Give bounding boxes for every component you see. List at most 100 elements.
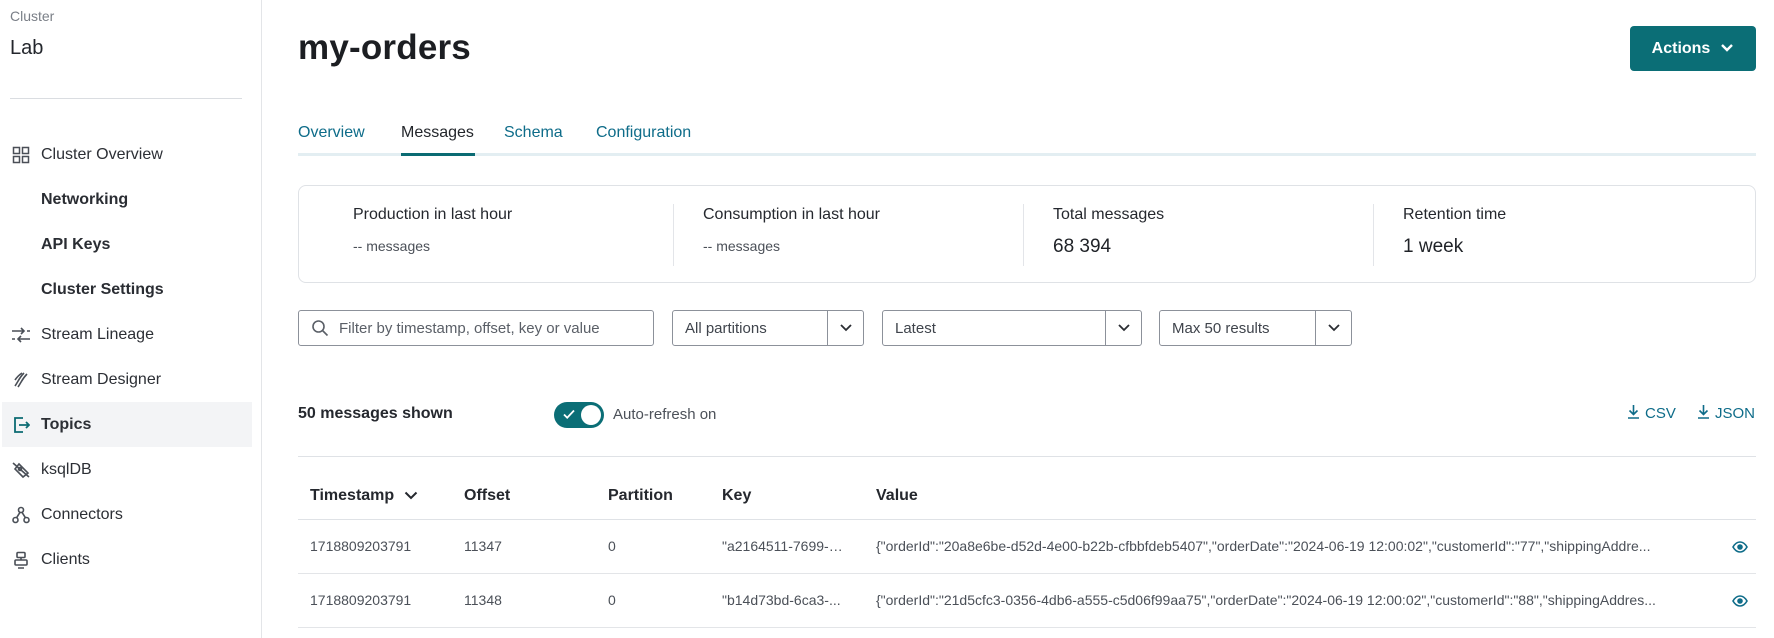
sidebar-item-stream-designer[interactable]: Stream Designer xyxy=(0,357,262,402)
download-csv-link[interactable]: CSV xyxy=(1627,404,1676,423)
table-header: Timestamp Offset Partition Key Value xyxy=(298,456,1756,520)
eye-icon[interactable] xyxy=(1732,540,1748,558)
sidebar-item-networking[interactable]: Networking xyxy=(0,177,262,222)
sidebar-item-api-keys[interactable]: API Keys xyxy=(0,222,262,267)
topic-tabs: Overview Messages Schema Configuration xyxy=(298,118,1756,156)
max-results-select[interactable]: Max 50 results xyxy=(1159,310,1352,346)
sidebar-divider xyxy=(10,98,242,99)
stat-value-prefix: -- xyxy=(353,238,363,254)
auto-refresh-label: Auto-refresh on xyxy=(613,406,717,423)
table-row[interactable]: 1718809203791 11347 0 "a2164511-7699-4..… xyxy=(298,520,1756,574)
stat-value-unit: messages xyxy=(366,238,431,254)
sidebar-item-clients[interactable]: Clients xyxy=(0,537,262,582)
cluster-name[interactable]: Lab xyxy=(10,37,43,60)
tab-messages[interactable]: Messages xyxy=(401,124,474,142)
stat-consumption: Consumption in last hour -- messages xyxy=(703,206,1003,254)
cell-partition: 0 xyxy=(608,592,616,608)
page-title: my-orders xyxy=(298,28,471,67)
sidebar-item-label: Clients xyxy=(41,550,90,568)
sidebar-item-stream-lineage[interactable]: Stream Lineage xyxy=(0,312,262,357)
download-csv-label: CSV xyxy=(1645,405,1676,422)
stat-total-messages: Total messages 68 394 xyxy=(1053,206,1353,258)
offset-select[interactable]: Latest xyxy=(882,310,1142,346)
table-row[interactable]: 1718809203791 11348 0 "b14d73bd-6ca3-...… xyxy=(298,574,1756,628)
column-header-value: Value xyxy=(876,487,918,504)
cell-timestamp: 1718809203791 xyxy=(310,592,412,608)
sidebar-item-ksqldb[interactable]: ksqlDB xyxy=(0,447,262,492)
offset-select-value: Latest xyxy=(895,319,936,337)
stat-value: 68 394 xyxy=(1053,236,1112,257)
toggle-knob xyxy=(581,405,601,425)
stat-production: Production in last hour -- messages xyxy=(353,206,653,254)
partition-select[interactable]: All partitions xyxy=(672,310,864,346)
sort-chevron-down-icon xyxy=(404,487,418,505)
column-header-key: Key xyxy=(722,487,752,504)
sidebar-item-label: ksqlDB xyxy=(41,460,92,478)
check-icon xyxy=(562,407,576,426)
sidebar-item-label: Topics xyxy=(41,415,92,433)
cell-offset: 11348 xyxy=(464,592,502,608)
stat-label: Consumption in last hour xyxy=(703,206,880,223)
tab-schema[interactable]: Schema xyxy=(504,124,563,142)
sidebar-item-topics[interactable]: Topics xyxy=(2,402,252,447)
column-header-partition: Partition xyxy=(608,487,673,504)
cluster-label: Cluster xyxy=(10,8,55,24)
actions-button-label: Actions xyxy=(1651,39,1711,57)
stat-divider xyxy=(1373,204,1374,266)
sidebar-item-label: Networking xyxy=(41,190,129,208)
cell-key: "a2164511-7699-4... xyxy=(722,538,847,554)
chevron-down-icon xyxy=(1105,311,1141,345)
topic-stats-panel: Production in last hour -- messages Cons… xyxy=(298,185,1756,283)
messages-table: Timestamp Offset Partition Key Value 171… xyxy=(298,456,1756,628)
search-placeholder: Filter by timestamp, offset, key or valu… xyxy=(339,319,600,337)
sidebar-item-cluster-overview[interactable]: Cluster Overview xyxy=(0,132,262,177)
cell-offset: 11347 xyxy=(464,538,502,554)
stat-value: -- messages xyxy=(353,238,653,254)
cell-value: {"orderId":"21d5cfc3-0356-4db6-a555-c5d0… xyxy=(876,592,1656,608)
auto-refresh-toggle[interactable] xyxy=(554,402,604,428)
stat-label: Retention time xyxy=(1403,206,1507,223)
actions-button[interactable]: Actions xyxy=(1630,26,1756,71)
sidebar-item-connectors[interactable]: Connectors xyxy=(0,492,262,537)
eye-icon[interactable] xyxy=(1732,594,1748,612)
cell-partition: 0 xyxy=(608,538,616,554)
sidebar-item-label: Connectors xyxy=(41,505,123,523)
column-header-timestamp[interactable]: Timestamp xyxy=(310,487,418,505)
column-header-label: Timestamp xyxy=(310,487,395,504)
sidebar-item-label: Cluster Overview xyxy=(41,145,163,163)
designer-icon xyxy=(10,369,32,391)
partition-select-value: All partitions xyxy=(685,319,767,337)
chevron-down-icon xyxy=(1720,40,1734,58)
sidebar-item-label: Stream Designer xyxy=(41,370,162,388)
cell-key: "b14d73bd-6ca3-... xyxy=(722,592,841,608)
stat-value-prefix: -- xyxy=(703,238,713,254)
download-icon xyxy=(1697,404,1710,423)
sidebar-item-label: Stream Lineage xyxy=(41,325,154,343)
tab-overview[interactable]: Overview xyxy=(298,124,365,142)
topics-icon xyxy=(10,414,32,436)
sidebar-item-label: API Keys xyxy=(41,235,111,253)
download-icon xyxy=(1627,404,1640,423)
connectors-icon xyxy=(10,504,32,526)
chevron-down-icon xyxy=(827,311,863,345)
stat-divider xyxy=(673,204,674,266)
chevron-down-icon xyxy=(1315,311,1351,345)
tab-configuration[interactable]: Configuration xyxy=(596,124,691,142)
sidebar-item-label: Cluster Settings xyxy=(41,280,164,298)
search-icon xyxy=(311,319,329,341)
column-header-offset: Offset xyxy=(464,487,511,504)
stat-value-unit: messages xyxy=(716,238,781,254)
ksqldb-icon xyxy=(10,459,32,481)
lineage-icon xyxy=(10,324,32,346)
sidebar-item-cluster-settings[interactable]: Cluster Settings xyxy=(0,267,262,312)
stat-value: 1 week xyxy=(1403,236,1464,257)
stat-value: -- messages xyxy=(703,238,1003,254)
cell-value: {"orderId":"20a8e6be-d52d-4e00-b22b-cfbb… xyxy=(876,538,1651,554)
sidebar: Cluster Lab Cluster Overview Networking … xyxy=(0,0,262,638)
download-json-link[interactable]: JSON xyxy=(1697,404,1755,423)
sidebar-nav: Cluster Overview Networking API Keys Clu… xyxy=(0,132,262,582)
message-filter-input[interactable]: Filter by timestamp, offset, key or valu… xyxy=(298,310,654,346)
download-json-label: JSON xyxy=(1715,405,1756,422)
max-results-select-value: Max 50 results xyxy=(1172,319,1270,337)
clients-icon xyxy=(10,549,32,571)
